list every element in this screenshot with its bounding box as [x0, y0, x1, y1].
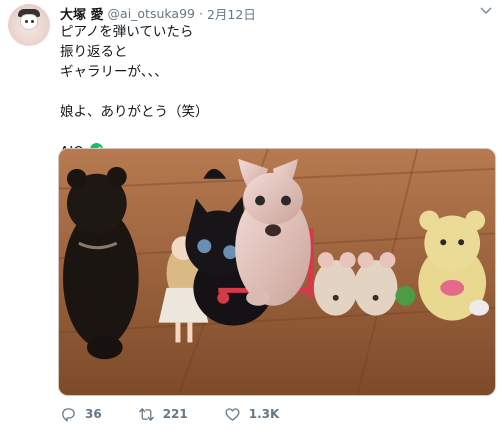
avatar-eye-left [25, 20, 28, 23]
reply-count: 36 [85, 407, 102, 421]
like-button[interactable]: 1.3K [224, 406, 280, 423]
tweet-text: ピアノを弾いていたら 振り返ると ギャラリーが、、、 娘よ、ありがとう（笑） A… [60, 22, 480, 162]
tweet-actions: 36 221 1.3K [60, 402, 315, 426]
retweet-count: 221 [162, 407, 188, 421]
header-separator: · [198, 5, 203, 21]
reply-button[interactable]: 36 [60, 406, 102, 423]
avatar-eye-right [31, 20, 34, 23]
tweet-line: ギャラリーが、、、 [60, 64, 168, 80]
retweet-button[interactable]: 221 [138, 406, 188, 423]
author-handle[interactable]: @ai_otsuka99 [108, 6, 195, 21]
author-avatar[interactable] [8, 4, 50, 46]
tweet-date[interactable]: 2月12日 [207, 4, 256, 23]
avatar-face-shape [20, 14, 38, 30]
tweet-line: ピアノを弾いていたら [60, 24, 194, 40]
like-count: 1.3K [248, 407, 280, 421]
heart-icon [225, 407, 240, 421]
photo-illustration [59, 149, 495, 395]
author-name[interactable]: 大塚 愛 [60, 4, 104, 23]
tweet-photo[interactable] [58, 148, 496, 396]
chevron-down-icon[interactable] [480, 6, 492, 16]
tweet-header: 大塚 愛 @ai_otsuka99 · 2月12日 [60, 4, 256, 23]
retweet-icon [138, 407, 154, 421]
tweet-line: 娘よ、ありがとう（笑） [60, 104, 209, 120]
reply-icon [62, 407, 75, 422]
tweet-line: 振り返ると [60, 44, 128, 60]
